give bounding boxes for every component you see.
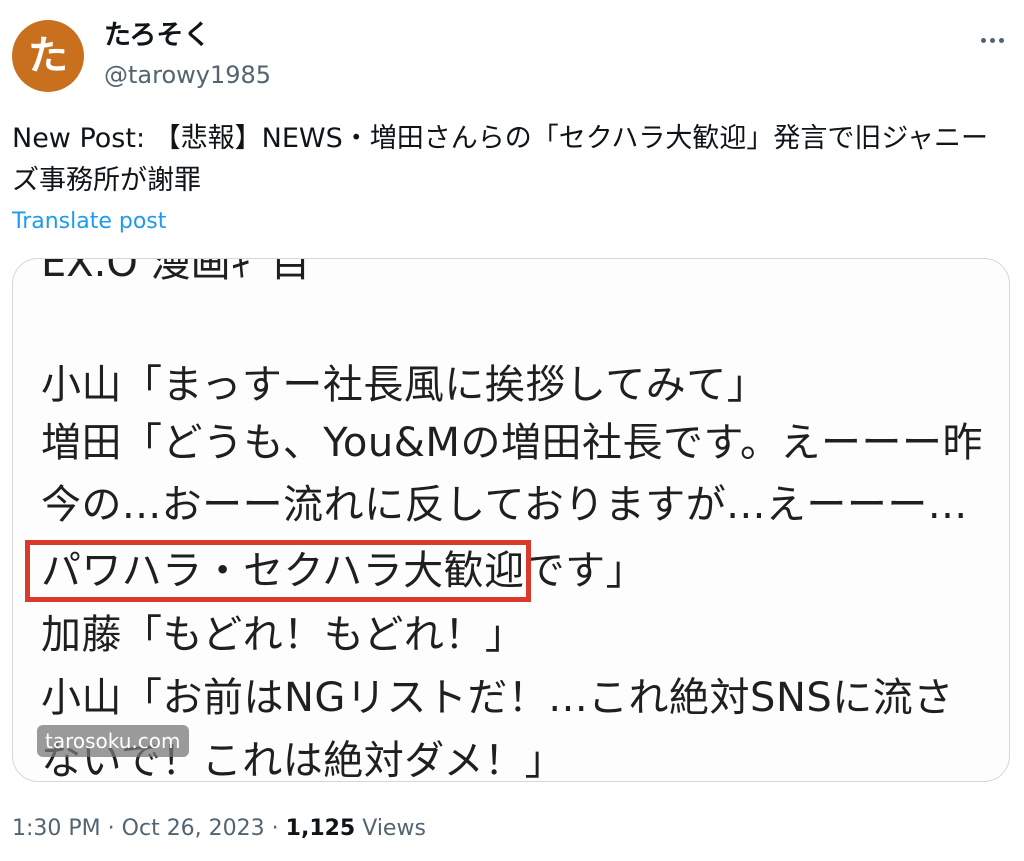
translate-post-link[interactable]: Translate post xyxy=(12,207,166,237)
post-text: New Post: 【悲報】NEWS・増田さんらの「セクハラ大歓迎」発言で旧ジャ… xyxy=(12,123,989,196)
post-date[interactable]: Oct 26, 2023 xyxy=(122,816,265,841)
meta-separator: · xyxy=(107,816,122,841)
user-handle[interactable]: @tarowy1985 xyxy=(104,59,271,91)
image-clipped-line: EX.O 漫画ｷﾞ目 xyxy=(41,258,311,286)
post-page: た たろそく @tarowy1985 New Post: 【悲報】NEWS・増田… xyxy=(0,0,1024,861)
image-text-line: 今の...おーー流れに反しておりますが...えーーー... xyxy=(41,482,968,528)
views-count[interactable]: 1,125 xyxy=(286,816,356,841)
more-horizontal-icon xyxy=(980,37,1004,43)
post-image[interactable]: EX.O 漫画ｷﾞ目 小山「まっすー社長風に挨拶してみて」 増田「どうも、You… xyxy=(12,258,1010,782)
avatar[interactable]: た xyxy=(12,20,84,92)
avatar-glyph: た xyxy=(28,33,68,79)
image-text-line: 増田「どうも、You&Mの増田社長です。えーーー昨 xyxy=(41,420,983,466)
post-time[interactable]: 1:30 PM xyxy=(12,816,101,841)
display-name[interactable]: たろそく xyxy=(104,18,210,54)
highlight-box xyxy=(25,540,531,602)
image-text-line: 小山「お前はNGリストだ！...これ絶対SNSに流さ xyxy=(41,675,954,721)
meta-separator: · xyxy=(271,816,286,841)
watermark: tarosoku.com xyxy=(37,725,189,757)
views-label: Views xyxy=(362,816,426,841)
more-options-button[interactable] xyxy=(970,24,1014,56)
post-meta: 1:30 PM · Oct 26, 2023 · 1,125 Views xyxy=(12,813,426,845)
image-text-line: 加藤「もどれ！もどれ！」 xyxy=(41,612,526,658)
image-text-line: 小山「まっすー社長風に挨拶してみて」 xyxy=(41,362,768,408)
